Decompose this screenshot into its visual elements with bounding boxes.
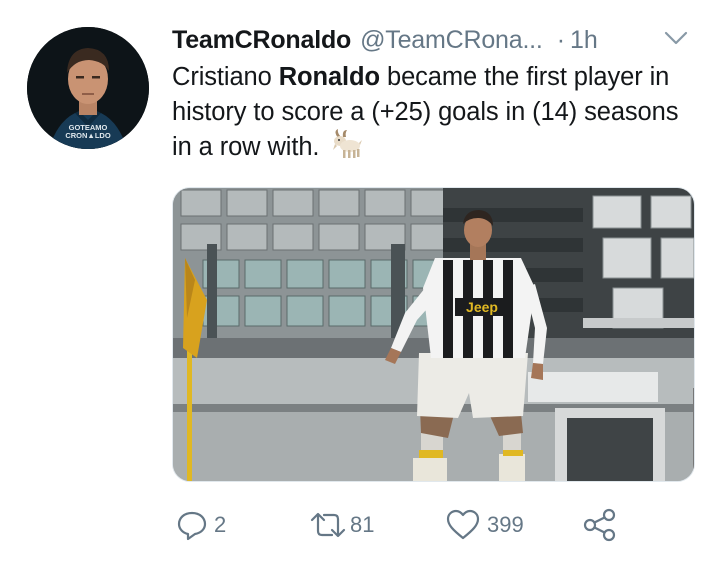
tweet-text: Cristiano Ronaldo became the first playe… [172,60,702,165]
reply-button[interactable]: 2 [176,505,226,545]
tweet-header: TeamCRonaldo @TeamCRona... · 1h [172,24,702,56]
timestamp-group: · 1h [557,26,598,55]
tweet-media-photo[interactable]: Jeep [172,187,695,482]
retweet-button[interactable]: 81 [308,505,374,545]
chevron-down-icon[interactable] [664,30,688,46]
avatar-image: GOTEAMO CRON▲LDO [27,27,149,149]
like-button[interactable]: 399 [445,505,524,545]
retweet-count: 81 [350,512,375,537]
handle[interactable]: @TeamCRona... [360,26,543,55]
tweet-actions: 2 81 399 [172,505,652,545]
like-count: 399 [487,512,524,537]
reply-count: 2 [214,512,227,537]
share-icon [583,508,616,542]
tweet-text-bold: Ronaldo [278,63,380,91]
avatar-watermark-line2: CRON▲LDO [65,131,111,140]
separator-dot: · [556,25,566,54]
tweet-text-part1: Cristiano [172,63,279,91]
share-button[interactable] [582,505,618,545]
heart-icon [446,509,480,540]
jersey-sponsor-text: Jeep [466,299,498,315]
timestamp[interactable]: 1h [570,26,598,54]
photo-image: Jeep [173,188,694,481]
tweet-card[interactable]: GOTEAMO CRON▲LDO TeamCRonaldo @TeamCRona… [0,0,720,571]
reply-icon [177,511,207,541]
retweet-icon [310,512,346,538]
goat-emoji-icon [333,129,363,158]
avatar[interactable]: GOTEAMO CRON▲LDO [27,27,149,149]
display-name[interactable]: TeamCRonaldo [172,26,351,55]
